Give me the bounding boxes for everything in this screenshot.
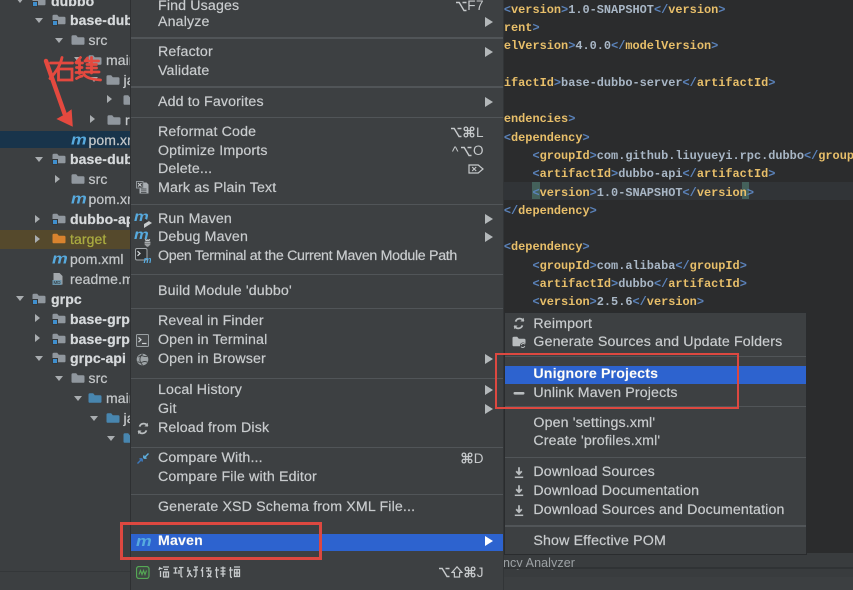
svg-text:MD: MD bbox=[54, 280, 62, 285]
svg-text:m: m bbox=[143, 255, 151, 263]
